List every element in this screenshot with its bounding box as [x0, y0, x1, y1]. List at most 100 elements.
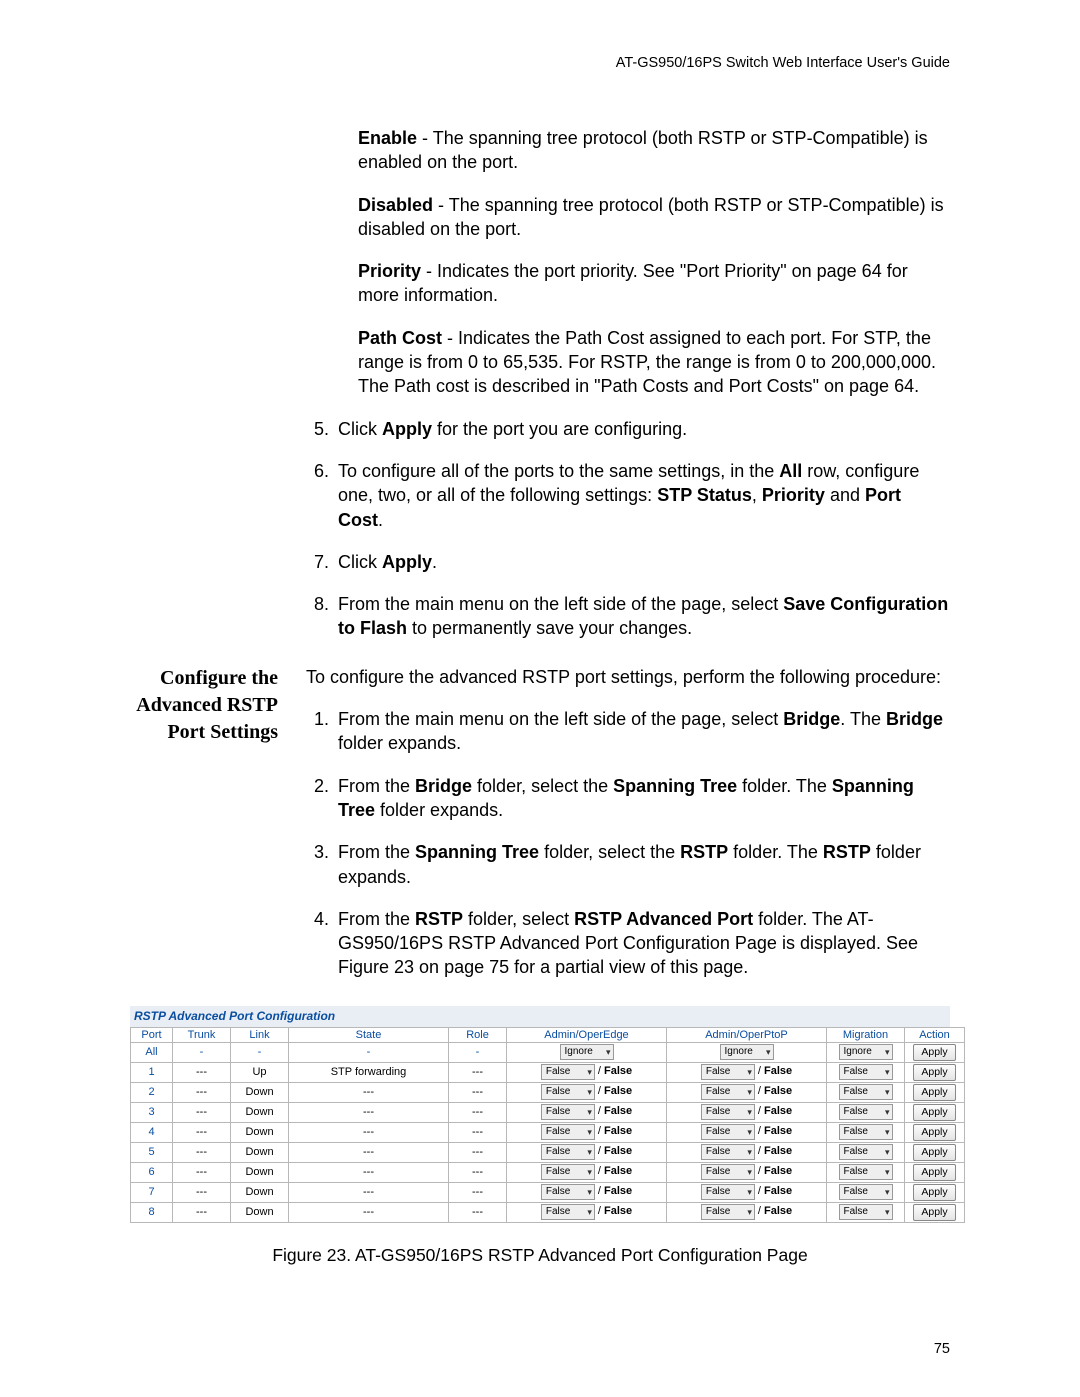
- apply-button-1[interactable]: Apply: [913, 1064, 955, 1081]
- cell-ptop: Ignore: [667, 1042, 827, 1062]
- figure-title: RSTP Advanced Port Configuration: [130, 1006, 950, 1027]
- mig-select-5[interactable]: False: [839, 1144, 893, 1160]
- apply-button-7[interactable]: Apply: [913, 1184, 955, 1201]
- ptop-select-2[interactable]: False: [701, 1084, 755, 1100]
- mig-select-1[interactable]: False: [839, 1064, 893, 1080]
- rstp-table: PortTrunkLinkStateRoleAdmin/OperEdgeAdmi…: [130, 1027, 965, 1223]
- mig-select-3[interactable]: False: [839, 1104, 893, 1120]
- edge-select-4[interactable]: False: [541, 1124, 595, 1140]
- apply-button-8[interactable]: Apply: [913, 1204, 955, 1221]
- page-number: 75: [934, 1341, 950, 1357]
- table-row: 5---Down------False / FalseFalse / False…: [131, 1142, 965, 1162]
- cell-state: -: [289, 1042, 449, 1062]
- table-row-all: All----IgnoreIgnoreIgnoreApply: [131, 1042, 965, 1062]
- def-enable: Enable - The spanning tree protocol (bot…: [358, 126, 950, 175]
- cell-mig: False: [827, 1102, 905, 1122]
- mig-select-7[interactable]: False: [839, 1184, 893, 1200]
- step-7: Click Apply.: [334, 550, 950, 574]
- cell-ptop: False / False: [667, 1142, 827, 1162]
- cell-mig: False: [827, 1142, 905, 1162]
- edge-select-8[interactable]: False: [541, 1204, 595, 1220]
- step-8: From the main menu on the left side of t…: [334, 592, 950, 641]
- cell-ptop: False / False: [667, 1202, 827, 1222]
- cell-trunk: -: [173, 1042, 231, 1062]
- cell-mig: Ignore: [827, 1042, 905, 1062]
- edge-select-5[interactable]: False: [541, 1144, 595, 1160]
- apply-button-6[interactable]: Apply: [913, 1164, 955, 1181]
- mig-select-8[interactable]: False: [839, 1204, 893, 1220]
- cell-edge: False / False: [507, 1082, 667, 1102]
- cell-state: ---: [289, 1182, 449, 1202]
- apply-button-2[interactable]: Apply: [913, 1084, 955, 1101]
- edge-select-2[interactable]: False: [541, 1084, 595, 1100]
- ptop-select-1[interactable]: False: [701, 1064, 755, 1080]
- cell-trunk: ---: [173, 1182, 231, 1202]
- mig-select-2[interactable]: False: [839, 1084, 893, 1100]
- apply-button-3[interactable]: Apply: [913, 1104, 955, 1121]
- cell-mig: False: [827, 1182, 905, 1202]
- steps-1-4: From the main menu on the left side of t…: [306, 707, 950, 980]
- edge-select-6[interactable]: False: [541, 1164, 595, 1180]
- cell-link: Down: [231, 1122, 289, 1142]
- table-row: 4---Down------False / FalseFalse / False…: [131, 1122, 965, 1142]
- cell-port: All: [131, 1042, 173, 1062]
- cell-ptop: False / False: [667, 1182, 827, 1202]
- cell-link: Down: [231, 1202, 289, 1222]
- col-hdr-role: Role: [449, 1027, 507, 1042]
- def-priority: Priority - Indicates the port priority. …: [358, 259, 950, 308]
- steps-5-8: Click Apply for the port you are configu…: [306, 417, 950, 641]
- edge-select-1[interactable]: False: [541, 1064, 595, 1080]
- cell-ptop: False / False: [667, 1062, 827, 1082]
- col-hdr-action: Action: [905, 1027, 965, 1042]
- cell-port: 1: [131, 1062, 173, 1082]
- col-hdr-link: Link: [231, 1027, 289, 1042]
- edge-select-3[interactable]: False: [541, 1104, 595, 1120]
- ptop-select-5[interactable]: False: [701, 1144, 755, 1160]
- cell-role: -: [449, 1042, 507, 1062]
- mig-select-4[interactable]: False: [839, 1124, 893, 1140]
- cell-mig: False: [827, 1082, 905, 1102]
- figure-caption: Figure 23. AT-GS950/16PS RSTP Advanced P…: [130, 1245, 950, 1266]
- cell-edge: False / False: [507, 1122, 667, 1142]
- cell-ptop: False / False: [667, 1102, 827, 1122]
- cell-link: Down: [231, 1162, 289, 1182]
- col-hdr-state: State: [289, 1027, 449, 1042]
- adv-step-3: From the Spanning Tree folder, select th…: [334, 840, 950, 889]
- adv-step-1: From the main menu on the left side of t…: [334, 707, 950, 756]
- table-row: 6---Down------False / FalseFalse / False…: [131, 1162, 965, 1182]
- ptop-select-4[interactable]: False: [701, 1124, 755, 1140]
- apply-button-all[interactable]: Apply: [913, 1044, 955, 1061]
- cell-link: -: [231, 1042, 289, 1062]
- cell-role: ---: [449, 1202, 507, 1222]
- cell-trunk: ---: [173, 1062, 231, 1082]
- apply-button-5[interactable]: Apply: [913, 1144, 955, 1161]
- cell-action: Apply: [905, 1062, 965, 1082]
- ptop-select-3[interactable]: False: [701, 1104, 755, 1120]
- mig-select-6[interactable]: False: [839, 1164, 893, 1180]
- mig-select-all[interactable]: Ignore: [839, 1044, 893, 1060]
- ptop-select-all[interactable]: Ignore: [720, 1044, 774, 1060]
- ptop-select-6[interactable]: False: [701, 1164, 755, 1180]
- cell-action: Apply: [905, 1162, 965, 1182]
- def-pathcost: Path Cost - Indicates the Path Cost assi…: [358, 326, 950, 399]
- edge-select-7[interactable]: False: [541, 1184, 595, 1200]
- ptop-select-8[interactable]: False: [701, 1204, 755, 1220]
- ptop-select-7[interactable]: False: [701, 1184, 755, 1200]
- cell-action: Apply: [905, 1122, 965, 1142]
- edge-select-all[interactable]: Ignore: [560, 1044, 614, 1060]
- apply-button-4[interactable]: Apply: [913, 1124, 955, 1141]
- step-6: To configure all of the ports to the sam…: [334, 459, 950, 532]
- cell-action: Apply: [905, 1102, 965, 1122]
- section-heading: Configure the Advanced RSTP Port Setting…: [130, 665, 278, 998]
- cell-state: ---: [289, 1082, 449, 1102]
- cell-trunk: ---: [173, 1122, 231, 1142]
- cell-port: 3: [131, 1102, 173, 1122]
- cell-edge: False / False: [507, 1162, 667, 1182]
- cell-link: Down: [231, 1182, 289, 1202]
- cell-link: Down: [231, 1142, 289, 1162]
- cell-action: Apply: [905, 1082, 965, 1102]
- table-row: 7---Down------False / FalseFalse / False…: [131, 1182, 965, 1202]
- table-row: 3---Down------False / FalseFalse / False…: [131, 1102, 965, 1122]
- cell-edge: Ignore: [507, 1042, 667, 1062]
- cell-state: ---: [289, 1142, 449, 1162]
